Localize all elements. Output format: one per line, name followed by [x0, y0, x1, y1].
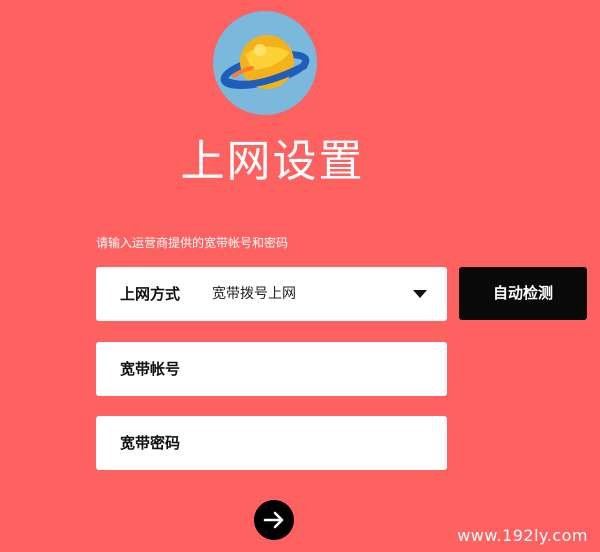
page-title: 上网设置: [180, 136, 365, 187]
planet-logo-icon: [212, 10, 318, 116]
caret-down-icon[interactable]: [413, 290, 427, 298]
account-label: 宽带帐号: [120, 360, 181, 378]
account-field[interactable]: 宽带帐号: [96, 342, 447, 396]
auto-detect-button[interactable]: 自动检测: [459, 267, 587, 320]
arrow-right-icon: [263, 511, 284, 529]
connection-type-label: 上网方式: [120, 285, 181, 303]
password-label: 宽带密码: [120, 434, 181, 452]
next-button[interactable]: [254, 500, 294, 540]
watermark: www.192ly.com: [457, 526, 588, 545]
connection-type-value: 宽带拨号上网: [212, 286, 296, 302]
connection-type-select[interactable]: 上网方式 宽带拨号上网: [96, 267, 447, 321]
instruction-text: 请输入运营商提供的宽带帐号和密码: [96, 236, 289, 250]
account-input[interactable]: [206, 352, 430, 388]
password-input[interactable]: [206, 426, 430, 462]
setup-panel: 上网设置 请输入运营商提供的宽带帐号和密码 上网方式 宽带拨号上网 自动检测 宽…: [0, 0, 600, 552]
password-field[interactable]: 宽带密码: [96, 416, 447, 470]
